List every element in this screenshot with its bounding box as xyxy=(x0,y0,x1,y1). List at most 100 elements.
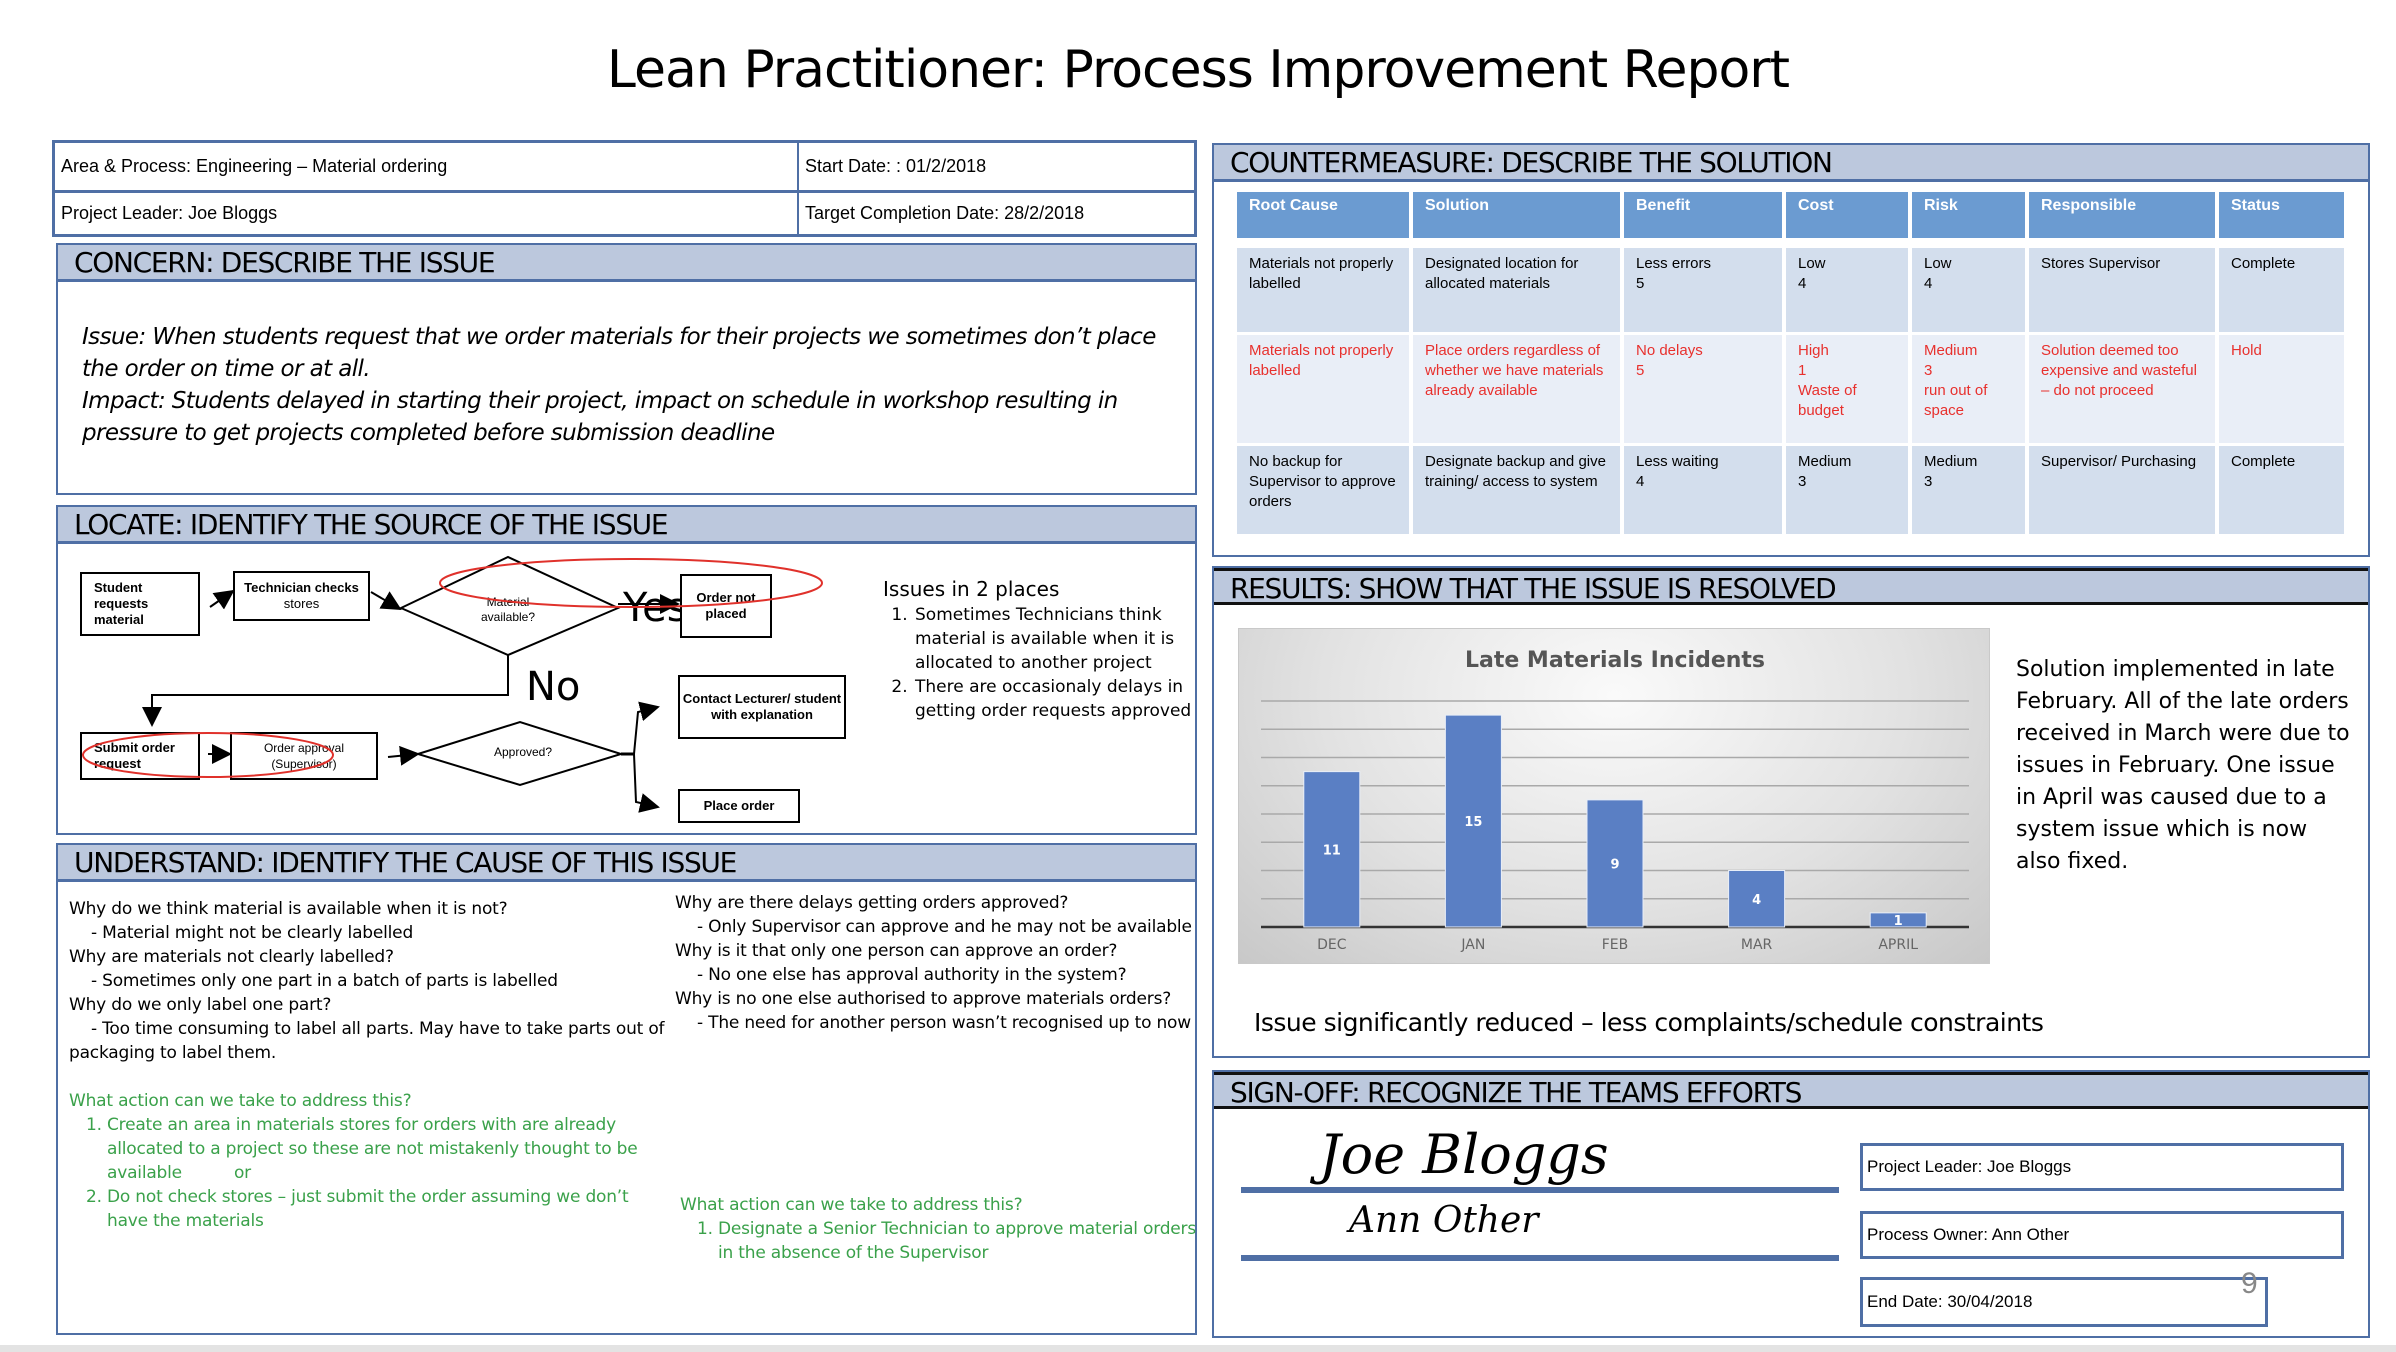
report-title: Lean Practitioner: Process Improvement R… xyxy=(606,40,1790,100)
table-cell-cost: Low 4 xyxy=(1786,248,1908,332)
chart-svg: Late Materials Incidents 11 15 9 4 1 DEC JAN F… xyxy=(1261,648,1969,953)
arrow xyxy=(209,589,235,610)
table-cell-status: Hold xyxy=(2219,335,2344,443)
results-summary: Issue significantly reduced – less compl… xyxy=(1254,1008,2044,1037)
x-tick-label: APRIL xyxy=(1878,937,1918,953)
flow-step-technician-checks: Technician checks stores xyxy=(233,571,370,621)
why-question: Why is no one else authorised to approve… xyxy=(675,989,1172,1009)
x-tick-label: MAR xyxy=(1741,937,1773,953)
concern-panel: CONCERN: DESCRIBE THE ISSUE Issue: When … xyxy=(56,243,1197,495)
technician-checks-rest: stores xyxy=(283,596,320,611)
understand-right-column: Why are there delays getting orders appr… xyxy=(675,891,1195,1035)
flow-step-order-approval: Order approval (Supervisor) xyxy=(230,732,378,780)
why-question: Why are there delays getting orders appr… xyxy=(675,893,1069,913)
column-header: Benefit xyxy=(1624,192,1782,238)
flow-step-submit-order: Submit order request xyxy=(80,732,200,780)
understand-heading: UNDERSTAND: IDENTIFY THE CAUSE OF THIS I… xyxy=(58,845,1195,882)
understand-left-column: Why do we think material is available wh… xyxy=(69,897,669,1233)
process-owner-box: Process Owner: Ann Other xyxy=(1860,1211,2344,1259)
data-label: 9 xyxy=(1610,857,1619,872)
issues-heading: Issues in 2 places xyxy=(883,577,1060,601)
signoff-heading: SIGN-OFF: RECOGNIZE THE TEAMS EFFORTS xyxy=(1214,1072,2368,1109)
start-date: Start Date: : 01/2/2018 xyxy=(805,156,987,176)
table-cell-root-cause: Materials not properly labelled xyxy=(1237,248,1409,332)
why-answer-continued: packaging to label them. xyxy=(69,1043,277,1063)
action-item: Designate a Senior Technician to approve… xyxy=(718,1217,1200,1265)
row-spacer xyxy=(1237,238,2344,248)
column-header: Risk xyxy=(1912,192,2025,238)
issue-item: Sometimes Technicians think material is … xyxy=(913,603,1203,675)
countermeasure-panel: COUNTERMEASURE: DESCRIBE THE SOLUTION Ro… xyxy=(1212,143,2370,557)
column-header: Solution xyxy=(1413,192,1620,238)
why-answer: - No one else has approval authority in … xyxy=(697,965,1127,985)
chart-title: Late Materials Incidents xyxy=(1465,648,1765,673)
table-cell-status: Complete xyxy=(2219,446,2344,534)
signature-line xyxy=(1241,1187,1839,1193)
technician-checks-bold: Technician checks xyxy=(244,580,359,595)
approved-label: Approved? xyxy=(493,745,553,759)
bottom-bar xyxy=(0,1345,2396,1352)
signature-joe-bloggs: Joe Bloggs xyxy=(1319,1123,1609,1186)
why-answer: - Sometimes only one part in a batch of … xyxy=(91,971,558,991)
data-label: 15 xyxy=(1464,815,1482,830)
impact-statement: Impact: Students delayed in starting the… xyxy=(82,388,1118,446)
late-materials-chart: Late Materials Incidents 11 15 9 4 1 DEC JAN F… xyxy=(1238,628,1990,964)
column-header: Responsible xyxy=(2029,192,2215,238)
why-answer: - The need for another person wasn’t rec… xyxy=(697,1013,1191,1033)
concern-heading: CONCERN: DESCRIBE THE ISSUE xyxy=(58,245,1195,282)
table-cell-risk: Medium 3 xyxy=(1912,446,2025,534)
countermeasure-row: Materials not properly labelled Designate… xyxy=(1237,248,2344,332)
data-label: 1 xyxy=(1894,914,1903,929)
table-cell-risk: Medium 3 run out of space xyxy=(1912,335,2025,443)
countermeasure-table: Root Cause Solution Benefit Cost Risk Re… xyxy=(1233,192,2348,534)
table-cell-responsible: Stores Supervisor xyxy=(2029,248,2215,332)
countermeasure-heading: COUNTERMEASURE: DESCRIBE THE SOLUTION xyxy=(1214,145,2368,182)
chart-x-axis-labels: DEC JAN FEB MAR APRIL xyxy=(1317,937,1918,953)
arrow xyxy=(633,701,660,755)
project-leader: Project Leader: Joe Bloggs xyxy=(61,203,278,223)
arrow xyxy=(370,591,402,611)
table-cell-cost: High 1 Waste of budget xyxy=(1786,335,1908,443)
target-completion-date: Target Completion Date: 28/2/2018 xyxy=(805,203,1085,223)
why-question: Why do we think material is available wh… xyxy=(69,899,508,919)
area-process: Area & Process: Engineering – Material o… xyxy=(61,156,448,176)
table-cell-solution: Place orders regardless of whether we ha… xyxy=(1413,335,1620,443)
table-cell-root-cause: Materials not properly labelled xyxy=(1237,335,1409,443)
data-label: 11 xyxy=(1323,843,1341,858)
table-cell-root-cause: No backup for Supervisor to approve orde… xyxy=(1237,446,1409,534)
table-cell-responsible: Supervisor/ Purchasing xyxy=(2029,446,2215,534)
column-header: Root Cause xyxy=(1237,192,1409,238)
table-cell-status: Complete xyxy=(2219,248,2344,332)
issues-list: Issues in 2 places Sometimes Technicians… xyxy=(883,577,1203,723)
results-heading: RESULTS: SHOW THAT THE ISSUE IS RESOLVED xyxy=(1214,568,2368,605)
x-tick-label: DEC xyxy=(1317,937,1347,953)
material-available-label: Material available? xyxy=(480,595,536,624)
arrow xyxy=(387,745,420,766)
action-item: Create an area in materials stores for o… xyxy=(107,1113,669,1185)
understand-panel: UNDERSTAND: IDENTIFY THE CAUSE OF THIS I… xyxy=(56,843,1197,1335)
project-info-table: Area & Process: Engineering – Material o… xyxy=(52,140,1197,237)
why-question: Why is it that only one person can appro… xyxy=(675,941,1118,961)
column-header: Cost xyxy=(1786,192,1908,238)
why-answer: - Too time consuming to label all parts.… xyxy=(91,1019,665,1039)
data-label: 4 xyxy=(1752,893,1761,908)
results-panel: RESULTS: SHOW THAT THE ISSUE IS RESOLVED… xyxy=(1212,566,2370,1058)
table-cell-responsible: Solution deemed too expensive and wastef… xyxy=(2029,335,2215,443)
yes-label: Yes xyxy=(623,585,688,631)
arrow xyxy=(142,655,509,727)
no-label: No xyxy=(526,664,581,710)
locate-panel: LOCATE: IDENTIFY THE SOURCE OF THE ISSUE… xyxy=(56,505,1197,835)
why-answer: - Material might not be clearly labelled xyxy=(91,923,414,943)
x-tick-label: JAN xyxy=(1460,937,1485,953)
table-cell-benefit: No delays 5 xyxy=(1624,335,1782,443)
table-cell-cost: Medium 3 xyxy=(1786,446,1908,534)
arrow xyxy=(633,753,660,813)
end-date-box: End Date: 30/04/2018 xyxy=(1860,1277,2268,1327)
action-item: Do not check stores – just submit the or… xyxy=(107,1185,669,1233)
why-answer: - Only Supervisor can approve and he may… xyxy=(697,917,1192,937)
countermeasure-rows: Materials not properly labelled Designate… xyxy=(1237,238,2344,534)
flowchart-connectors xyxy=(142,555,680,813)
why-question: Why are materials not clearly labelled? xyxy=(69,947,394,967)
x-tick-label: FEB xyxy=(1602,937,1629,953)
countermeasure-row: Materials not properly labelled Place ord… xyxy=(1237,335,2344,443)
